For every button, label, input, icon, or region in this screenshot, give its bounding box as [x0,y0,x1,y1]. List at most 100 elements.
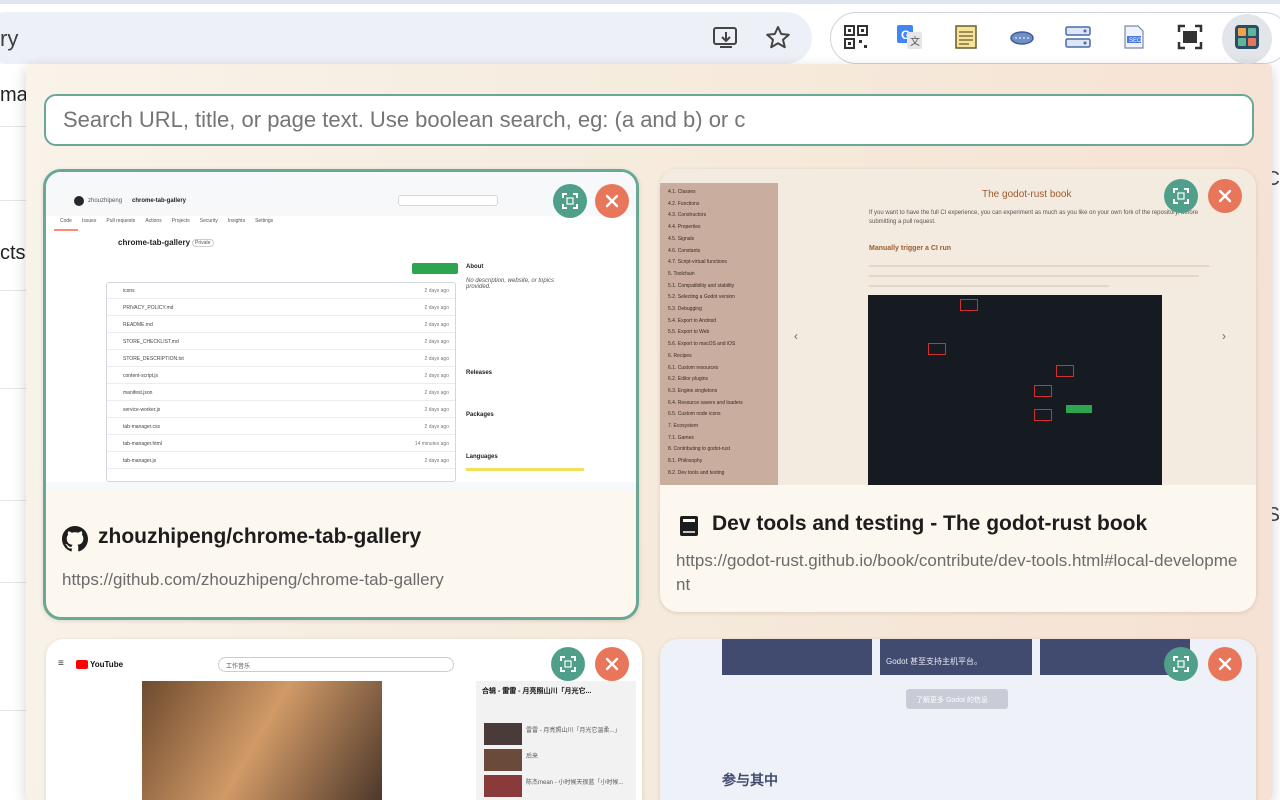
toc-item: 7. Ecosystem [668,423,699,430]
tab-strip-edge [0,0,1280,4]
tab-url: https://github.com/zhouzhipeng/chrome-ta… [62,570,444,589]
github-icon [74,196,84,206]
notes-icon[interactable] [953,24,979,50]
toc-item: 4.7. Script-virtual functions [668,259,727,266]
youtube-search-text: 工作音乐 [226,664,251,670]
toc-item: 4.3. Constructors [668,212,707,219]
address-bar-text[interactable]: ry [0,26,18,52]
youtube-icon [76,660,88,669]
playlist-title: 合辑 - 雷雷 - 月亮照山川「月光它... [482,688,592,695]
repo-tabs: Code Issues Pull requests Actions Projects Se… [60,218,273,224]
divider [0,500,26,501]
repo-tab: Code [60,218,72,224]
section-heading: 参与其中 [722,772,778,788]
install-icon[interactable] [712,24,740,52]
tab-title: zhouzhipeng/chrome-tab-gallery [98,525,422,548]
screenshot-icon[interactable] [1177,24,1203,50]
screenshot-image [868,295,1162,485]
file-row: tab-manager.js 2 days ago [107,453,455,469]
tab-card[interactable]: zhouzhipeng chrome-tab-gallery Code Issue… [43,169,639,620]
learn-more-text: 了解更多 Godot 的信息 [916,697,988,704]
divider [0,582,26,583]
releases-heading: Releases [466,370,493,376]
file-age: 2 days ago [424,373,449,379]
server-icon[interactable] [1065,24,1091,50]
qr-code-icon[interactable] [843,24,869,50]
packages-heading: Packages [466,412,494,418]
close-tab-button[interactable] [595,184,629,218]
text-line [869,265,1209,267]
code-button [412,263,458,274]
file-age: 2 days ago [424,407,449,413]
file-age: 2 days ago [424,305,449,311]
github-header [46,172,636,216]
focus-tab-button[interactable] [551,647,585,681]
close-tab-button[interactable] [595,647,629,681]
star-icon[interactable] [764,24,792,52]
file-name: service-worker.js [123,407,161,413]
tab-thumbnail: 4.1. Classes 4.2. Functions 4.3. Construct… [660,169,1256,485]
search-input[interactable] [44,94,1254,146]
repo-tab: Security [199,218,218,224]
file-name: STORE_CHECKLIST.md [123,339,179,345]
toc-item: 8. Contributing to godot-rust [668,446,730,453]
section-heading: Manually trigger a CI run [869,245,952,252]
toc-item: 8.2. Dev tools and testing [668,469,725,476]
toc-item: 6.1. Custom resources [668,364,719,371]
divider [0,126,26,127]
book-title: The godot-rust book [982,189,1072,200]
playlist-item: 雷雷 - 月亮照山川「月光它温柔...」 [526,728,621,734]
toc-item: 4.1. Classes [668,189,696,195]
cloud-icon[interactable] [1009,24,1035,50]
video-player [142,681,382,800]
tab-gallery-popup: zhouzhipeng chrome-tab-gallery Code Issue… [26,64,1272,800]
repo-tab: Insights [227,218,246,224]
toc-item: 5.6. Export to macOS and iOS [668,341,736,348]
seo-icon[interactable]: SEO [1121,24,1147,50]
book-icon [676,513,702,539]
playlist-thumb [484,775,522,797]
repo-tab: Issues [81,218,97,224]
translate-icon[interactable]: G文 [897,24,923,50]
file-row: icons 2 days ago [107,283,455,299]
tab-card[interactable]: 4.1. Classes 4.2. Functions 4.3. Construct… [660,169,1256,612]
close-tab-button[interactable] [1208,179,1242,213]
youtube-search [218,657,454,672]
close-tab-button[interactable] [1208,647,1242,681]
toc-item: 6.3. Engine singletons [668,387,718,394]
divider [0,388,26,389]
step-marker [1034,409,1052,421]
file-row: tab-manager.html 14 minutes ago [107,436,455,452]
address-bar[interactable]: ry [0,12,812,64]
playlist-thumb [484,749,522,771]
repo-owner: zhouzhipeng [88,198,123,204]
close-icon [605,657,619,671]
tab-gallery-icon[interactable] [1234,24,1260,50]
close-icon [1218,189,1232,203]
file-name: STORE_DESCRIPTION.txt [123,356,184,362]
languages-heading: Languages [466,454,498,460]
tab-url: https://godot-rust.github.io/book/contri… [676,551,1238,594]
text-line [869,285,1109,287]
next-page-icon: › [1222,329,1226,343]
file-row: service-worker.js 2 days ago [107,402,455,418]
tab-card[interactable]: Godot 甚至支持主机平台。 了解更多 Godot 的信息 参与其中 [660,639,1256,800]
file-age: 2 days ago [424,322,449,328]
svg-text:文: 文 [910,35,920,48]
focus-tab-button[interactable] [1164,647,1198,681]
focus-tab-button[interactable] [553,184,587,218]
bg-fragment: ma [0,84,28,106]
tab-card[interactable]: ≡ YouTube 工作音乐 合辑 - 雷雷 - 月亮照山川「月光它... 雷雷… [46,639,642,800]
file-row: manifest.json 2 days ago [107,385,455,401]
file-row: README.md 2 days ago [107,317,455,333]
active-tab-indicator [54,229,78,231]
expand-icon [562,193,578,209]
playlist-item: 后来 [526,754,539,760]
youtube-brand: YouTube [90,660,124,669]
file-row: tab-manager.css 2 days ago [107,419,455,435]
expand-icon [1173,656,1189,672]
focus-tab-button[interactable] [1164,179,1198,213]
repo-tab: Actions [145,218,162,224]
step-marker [960,299,978,311]
playlist-thumb [484,723,522,745]
